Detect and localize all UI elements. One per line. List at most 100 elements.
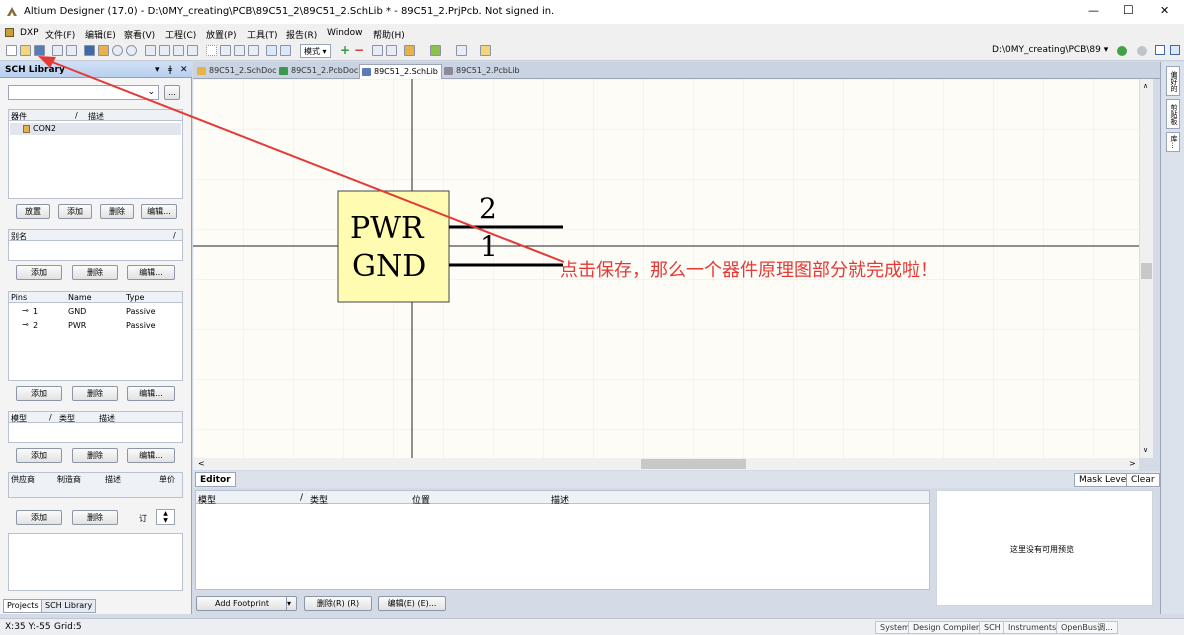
list-item[interactable]: CON2 bbox=[10, 123, 181, 135]
delete-footprint-button[interactable]: 删除(R) (R) bbox=[304, 596, 372, 611]
library-folder-icon[interactable] bbox=[480, 45, 491, 56]
drawing-tools-icon[interactable] bbox=[430, 45, 441, 56]
go-back-icon[interactable] bbox=[1137, 46, 1147, 56]
zoom-out-icon[interactable] bbox=[126, 45, 137, 56]
panel-menu-icon[interactable]: ▾ bbox=[155, 65, 160, 75]
open-component-icon[interactable] bbox=[84, 45, 95, 56]
scroll-left-icon[interactable]: < bbox=[198, 459, 205, 468]
minimize-button[interactable]: — bbox=[1088, 4, 1099, 17]
remove-icon[interactable]: − bbox=[354, 43, 364, 57]
go-forward-icon[interactable] bbox=[1117, 46, 1127, 56]
status-tab-instruments[interactable]: Instruments bbox=[1003, 621, 1062, 634]
scroll-down-icon[interactable]: ∨ bbox=[1143, 446, 1148, 454]
library-filter-input[interactable]: ⌄ bbox=[8, 85, 159, 100]
delete-pin-button[interactable]: 删除 bbox=[72, 386, 118, 401]
add-footprint-dropdown-icon[interactable]: ▾ bbox=[286, 597, 296, 610]
edit-alias-button[interactable]: 编辑... bbox=[127, 265, 175, 280]
close-button[interactable]: ✕ bbox=[1160, 4, 1169, 17]
save-icon[interactable] bbox=[34, 45, 45, 56]
maximize-button[interactable]: ☐ bbox=[1123, 3, 1134, 17]
zoom-area-icon[interactable] bbox=[98, 45, 109, 56]
menu-edit[interactable]: 编辑(E) bbox=[85, 28, 116, 41]
tab-pcblib[interactable]: 89C51_2.PcbLib bbox=[442, 64, 524, 79]
grid-icon[interactable] bbox=[456, 45, 467, 56]
add-supplier-button[interactable]: 添加 bbox=[16, 510, 62, 525]
home-icon[interactable] bbox=[1155, 45, 1165, 55]
edit-pin-button[interactable]: 编辑... bbox=[127, 386, 175, 401]
move-icon[interactable] bbox=[220, 45, 231, 56]
open-folder-icon[interactable] bbox=[20, 45, 31, 56]
tab-sch-library[interactable]: SCH Library bbox=[41, 599, 97, 613]
scroll-right-icon[interactable]: > bbox=[1129, 459, 1136, 468]
clear-button[interactable]: Clear bbox=[1126, 473, 1160, 487]
tab-projects[interactable]: Projects bbox=[3, 599, 43, 613]
tab-clipboard[interactable]: 剪贴板 bbox=[1166, 99, 1180, 129]
vertical-scrollbar[interactable]: ∧ ∨ bbox=[1139, 79, 1153, 458]
menu-dxp[interactable]: DXP bbox=[20, 28, 39, 38]
edit-footprint-button[interactable]: 编辑(E) (E)... bbox=[378, 596, 446, 611]
schematic-canvas[interactable]: PWR GND 2 1 点击保存，那么一个器件原理图部分就完成啦！ bbox=[193, 79, 1139, 458]
path-dropdown[interactable]: D:\0MY_creating\PCB\89 ▾ bbox=[992, 45, 1108, 55]
status-tab-sch[interactable]: SCH bbox=[979, 621, 1006, 634]
redo-icon[interactable] bbox=[280, 45, 291, 56]
print-preview-icon[interactable] bbox=[66, 45, 77, 56]
add-model-button[interactable]: 添加 bbox=[16, 448, 62, 463]
delete-component-button[interactable]: 删除 bbox=[100, 204, 134, 219]
place-pin-icon[interactable] bbox=[404, 45, 415, 56]
add-pin-button[interactable]: 添加 bbox=[16, 386, 62, 401]
menu-tools[interactable]: 工具(T) bbox=[247, 28, 278, 41]
status-tab-design-compiler[interactable]: Design Compiler bbox=[908, 621, 985, 634]
panel-close-icon[interactable]: ✕ bbox=[180, 65, 188, 75]
clear-select-icon[interactable] bbox=[248, 45, 259, 56]
tab-favorites[interactable]: 偏好的 bbox=[1166, 66, 1180, 96]
delete-alias-button[interactable]: 删除 bbox=[72, 265, 118, 280]
menu-window[interactable]: Window bbox=[327, 28, 363, 38]
vertical-scroll-thumb[interactable] bbox=[1141, 263, 1152, 279]
select-area-icon[interactable] bbox=[206, 45, 217, 56]
tab-editor[interactable]: Editor bbox=[195, 472, 236, 487]
edit-model-button[interactable]: 编辑... bbox=[127, 448, 175, 463]
add-alias-button[interactable]: 添加 bbox=[16, 265, 62, 280]
schdoc-icon bbox=[197, 67, 206, 75]
menu-place[interactable]: 放置(P) bbox=[206, 28, 236, 41]
menu-help[interactable]: 帮助(H) bbox=[373, 28, 405, 41]
cut-icon[interactable] bbox=[145, 45, 156, 56]
panel-pin-icon[interactable]: ǂ bbox=[168, 65, 172, 75]
add-component-button[interactable]: 添加 bbox=[58, 204, 92, 219]
prev-icon[interactable] bbox=[372, 45, 383, 56]
add-icon[interactable]: + bbox=[340, 43, 350, 57]
browse-button[interactable]: ... bbox=[164, 85, 180, 100]
zoom-in-icon[interactable] bbox=[112, 45, 123, 56]
tab-schdoc[interactable]: 89C51_2.SchDoc bbox=[195, 64, 277, 79]
horizontal-scrollbar[interactable]: < > bbox=[193, 458, 1139, 470]
delete-model-button[interactable]: 删除 bbox=[72, 448, 118, 463]
mask-level-button[interactable]: Mask Level bbox=[1074, 473, 1134, 487]
menu-view[interactable]: 察看(V) bbox=[124, 28, 155, 41]
status-tab-openbus[interactable]: OpenBus调... bbox=[1056, 621, 1118, 634]
tab-pcbdoc[interactable]: 89C51_2.PcbDoc bbox=[277, 64, 359, 79]
mode-dropdown[interactable]: 模式 ▾ bbox=[300, 44, 331, 58]
copy-icon[interactable] bbox=[159, 45, 170, 56]
table-row[interactable]: ⊸ 1 GND Passive bbox=[10, 306, 181, 317]
menu-project[interactable]: 工程(C) bbox=[165, 28, 196, 41]
rubber-stamp-icon[interactable] bbox=[187, 45, 198, 56]
table-row[interactable]: ⊸ 2 PWR Passive bbox=[10, 320, 181, 331]
print-icon[interactable] bbox=[52, 45, 63, 56]
menu-reports[interactable]: 报告(R) bbox=[286, 28, 317, 41]
undo-icon[interactable] bbox=[266, 45, 277, 56]
favorites-icon[interactable] bbox=[1170, 45, 1180, 55]
tab-libraries[interactable]: 库... bbox=[1166, 132, 1180, 152]
next-icon[interactable] bbox=[386, 45, 397, 56]
order-spinner[interactable]: ▲ ▼ bbox=[156, 509, 175, 525]
place-button[interactable]: 放置 bbox=[16, 204, 50, 219]
select-icon[interactable] bbox=[234, 45, 245, 56]
new-doc-icon[interactable] bbox=[6, 45, 17, 56]
scroll-up-icon[interactable]: ∧ bbox=[1143, 82, 1148, 90]
edit-component-button[interactable]: 编辑... bbox=[141, 204, 177, 219]
menu-file[interactable]: 文件(F) bbox=[45, 28, 75, 41]
paste-icon[interactable] bbox=[173, 45, 184, 56]
tab-schlib[interactable]: 89C51_2.SchLib * bbox=[359, 64, 442, 90]
add-footprint-button[interactable]: Add Footprint ▾ bbox=[196, 596, 297, 611]
horizontal-scroll-thumb[interactable] bbox=[641, 459, 746, 469]
delete-supplier-button[interactable]: 删除 bbox=[72, 510, 118, 525]
